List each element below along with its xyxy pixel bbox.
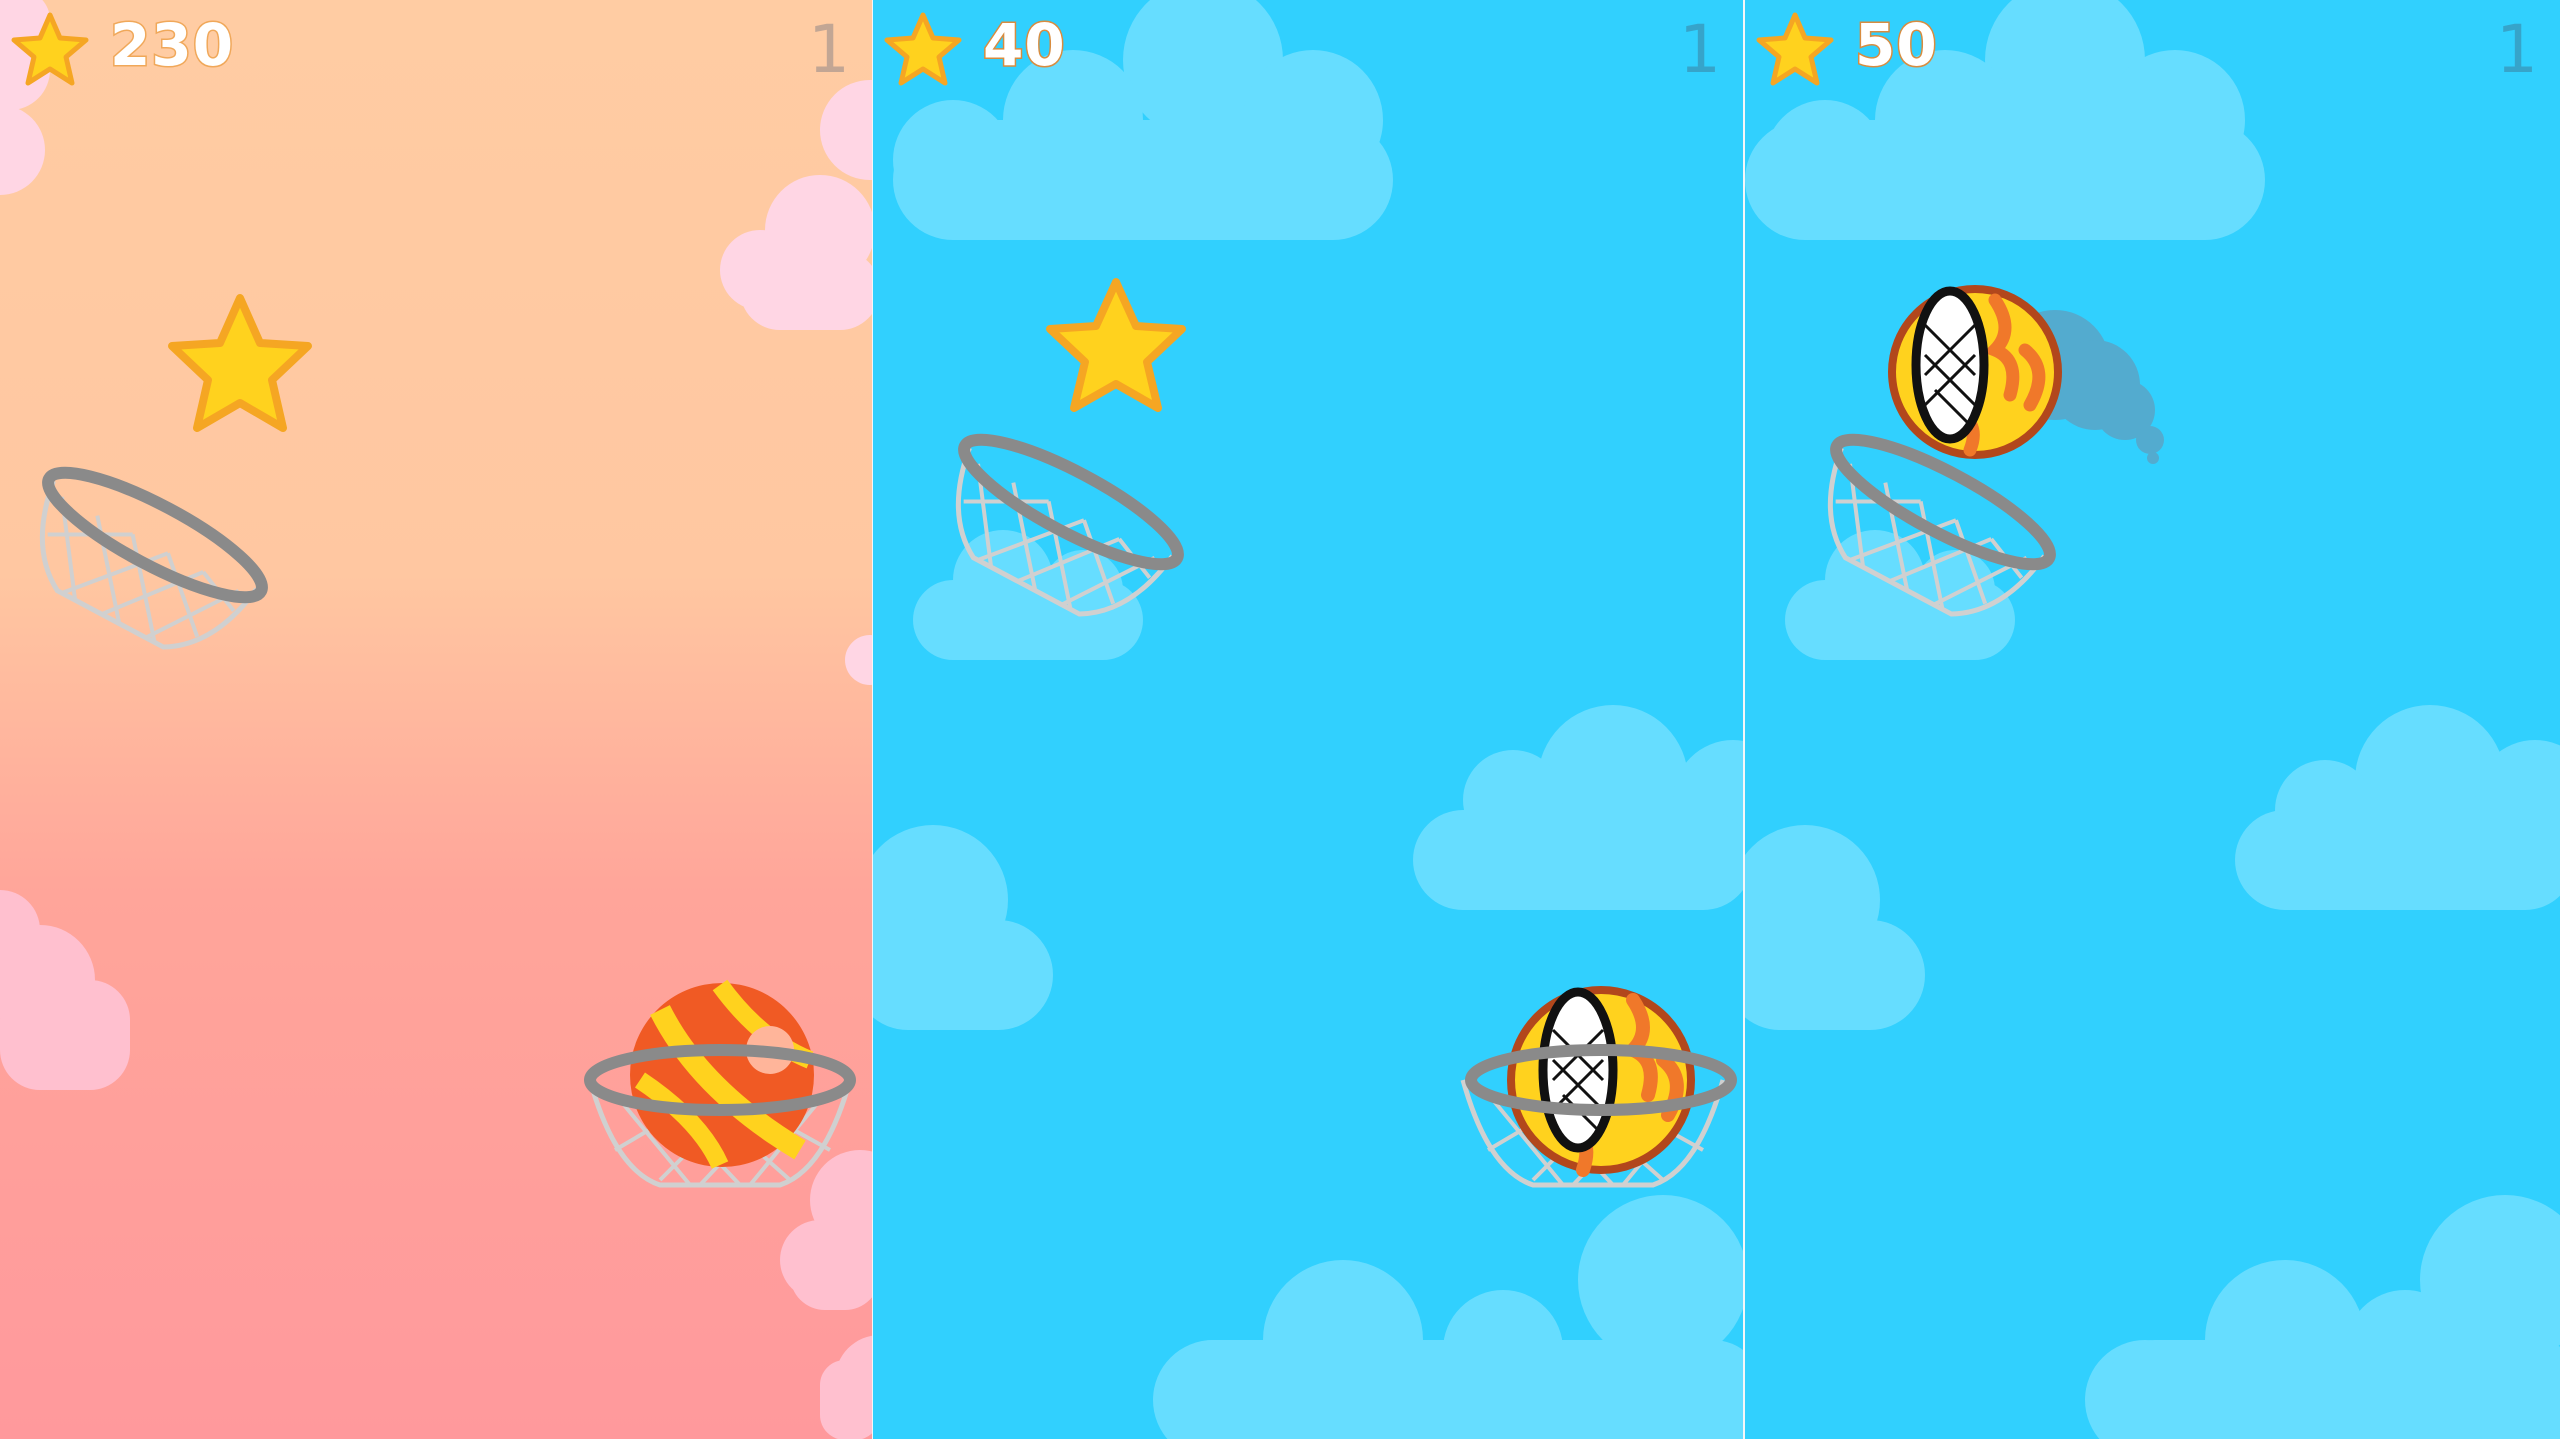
star-score: 40 [982, 10, 1067, 81]
collectible-star [1046, 278, 1186, 412]
cloud [820, 1335, 872, 1439]
level-counter: 1 [2496, 11, 2538, 88]
beach-ball [630, 979, 814, 1169]
level-counter: 1 [808, 11, 850, 88]
fire-ball [1888, 285, 2062, 459]
cloud [845, 635, 872, 685]
cloud [893, 0, 1393, 240]
cloud [2235, 705, 2560, 910]
target-hoop [39, 466, 268, 650]
cloud [1745, 825, 1925, 1030]
cloud [873, 825, 1053, 1030]
cloud [1413, 705, 1743, 910]
game-scene-1 [0, 0, 872, 1439]
game-screen-2[interactable]: 40 1 [873, 0, 1743, 1439]
level-counter: 1 [1679, 11, 1721, 88]
star-score: 230 [108, 10, 235, 81]
star-icon [884, 12, 962, 86]
cloud [0, 890, 130, 1090]
cloud [1153, 1195, 1743, 1439]
fire-ball [1507, 986, 1695, 1177]
star-icon [1756, 12, 1834, 86]
game-screen-3[interactable]: 50 1 [1745, 0, 2560, 1439]
game-scene-3 [1745, 0, 2560, 1439]
star-score: 50 [1854, 10, 1939, 81]
cloud [720, 80, 872, 330]
collectible-star [168, 294, 312, 432]
game-screen-1[interactable]: 230 1 [0, 0, 872, 1439]
cloud [780, 1150, 872, 1310]
cloud [2085, 1195, 2560, 1439]
star-icon [11, 12, 89, 86]
game-scene-2 [873, 0, 1743, 1439]
